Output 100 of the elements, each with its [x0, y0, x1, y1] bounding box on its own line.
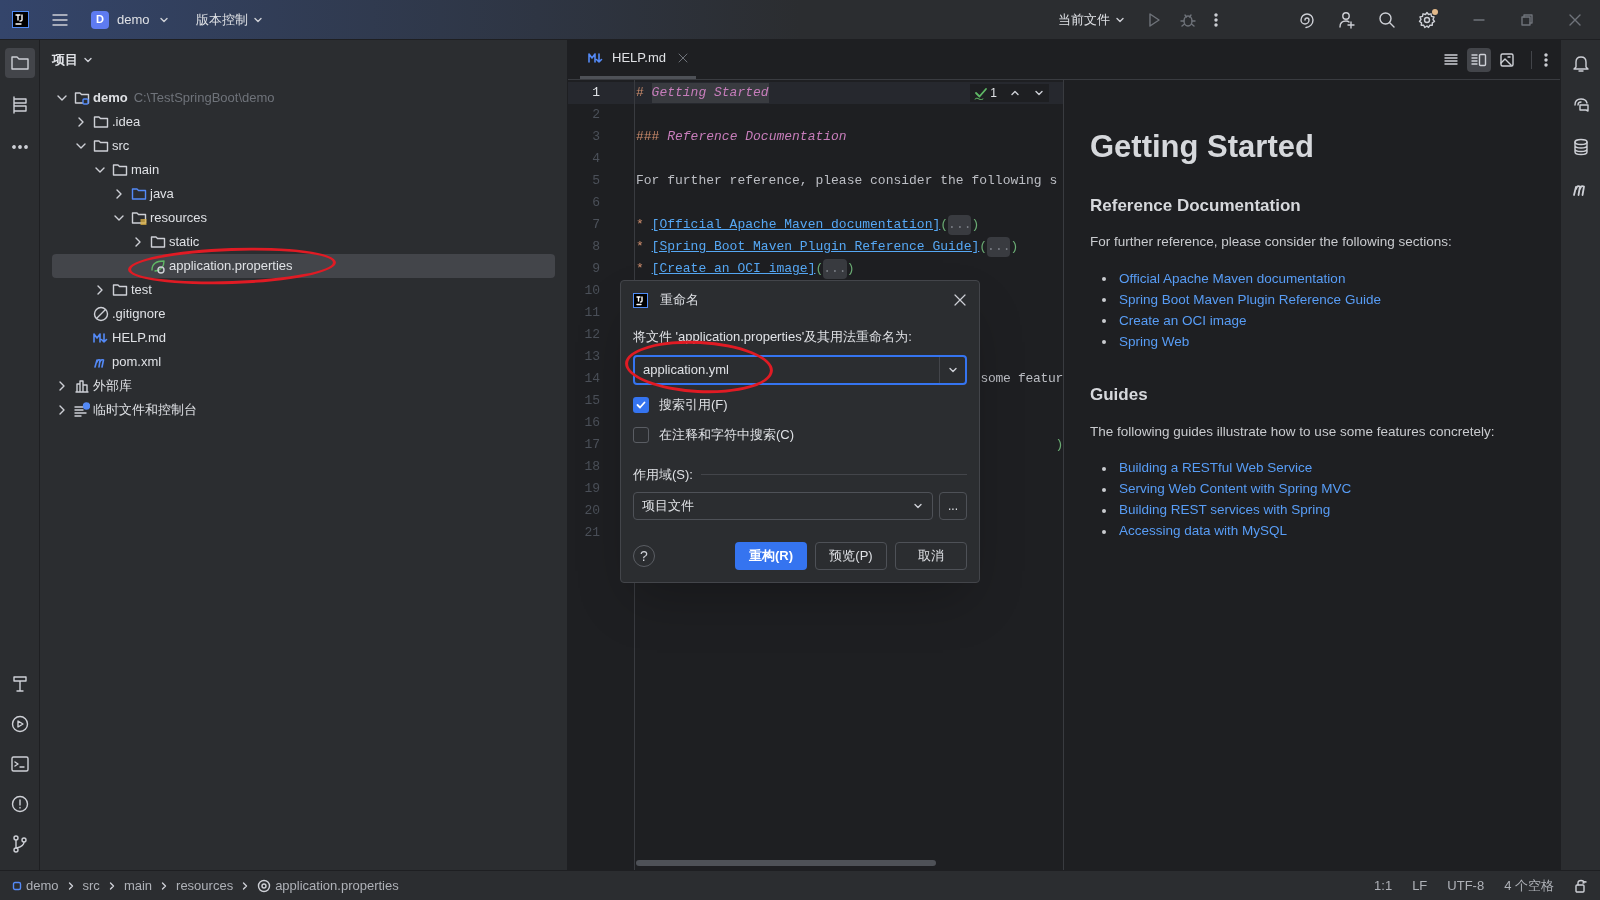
tree-item[interactable]: java — [52, 182, 555, 206]
image-preview-icon — [1499, 51, 1515, 68]
link[interactable]: Serving Web Content with Spring MVC — [1119, 479, 1352, 500]
tree-item[interactable]: static — [52, 230, 555, 254]
spiral-icon[interactable] — [1298, 10, 1316, 29]
module-icon — [12, 880, 22, 891]
add-user-icon[interactable] — [1338, 10, 1356, 29]
more-icon[interactable] — [1214, 11, 1218, 28]
text-lines-icon — [1443, 51, 1459, 68]
tree-item[interactable]: main — [52, 158, 555, 182]
panel-title-menu[interactable]: 项目 — [52, 50, 94, 70]
prompt-label: 将文件 'application.properties'及其用法重命名为: — [633, 328, 913, 346]
checkbox[interactable] — [633, 426, 649, 443]
tree-item[interactable]: .gitignore — [52, 302, 555, 326]
folder-icon — [150, 234, 166, 250]
status-item[interactable]: 1:1 — [1374, 875, 1393, 896]
scrollbar[interactable] — [636, 860, 936, 866]
run-config-selector[interactable]: 当前文件 — [1058, 9, 1126, 30]
code-line: ### Reference Documentation — [636, 128, 848, 147]
leaf-icon — [150, 258, 166, 274]
link[interactable]: Create an OCI image — [1119, 310, 1247, 331]
code-line: * [Spring Boot Maven Plugin Reference Guide](...) — [636, 237, 1020, 257]
problems-icon[interactable] — [9, 794, 30, 814]
vcs-menu[interactable]: 版本控制 — [195, 9, 264, 30]
link[interactable]: Building REST services with Spring — [1119, 500, 1331, 521]
bullet — [1102, 276, 1106, 281]
bullet — [1102, 487, 1106, 492]
tree-item[interactable]: HELP.md — [52, 326, 555, 350]
folder-icon — [131, 186, 147, 202]
app-logo — [12, 11, 29, 28]
section-heading: Reference Documentation — [1090, 194, 1302, 217]
tree-item[interactable]: application.properties — [52, 254, 555, 278]
tree-item[interactable]: 临时文件和控制台 — [52, 398, 555, 422]
tree-item[interactable]: .idea — [52, 110, 555, 134]
run-icon[interactable] — [9, 714, 30, 734]
bullet — [1102, 339, 1106, 344]
preview-heading: Getting Started — [1090, 128, 1315, 166]
breadcrumb[interactable]: resources — [176, 875, 234, 896]
checkbox-option[interactable]: 在注释和字符中搜索(C) — [633, 424, 967, 445]
status-item[interactable]: 4 个空格 — [1504, 875, 1554, 896]
breadcrumb[interactable]: application.properties — [257, 875, 399, 896]
split-view-icon — [1471, 51, 1487, 68]
tree-item[interactable]: src — [52, 134, 555, 158]
breadcrumb[interactable]: demo — [12, 875, 59, 896]
tool-window-button[interactable] — [4, 48, 35, 78]
check-icon — [974, 86, 989, 100]
breadcrumb[interactable]: src — [82, 875, 100, 896]
terminal-icon[interactable] — [9, 754, 30, 774]
line-number: 1 — [591, 84, 600, 103]
dialog-button[interactable]: 取消 — [895, 542, 967, 570]
link[interactable]: Spring Boot Maven Plugin Reference Guide — [1119, 289, 1381, 310]
dialog-button[interactable]: 重构(R) — [735, 542, 807, 570]
prohibited-icon — [93, 306, 109, 322]
folder-icon — [112, 162, 128, 178]
view-mode-button[interactable] — [1467, 47, 1491, 72]
bullet — [1102, 508, 1106, 513]
markdown-icon — [588, 50, 604, 66]
tree-item[interactable]: test — [52, 278, 555, 302]
checkbox[interactable] — [633, 396, 649, 413]
editor-tab[interactable]: HELP.md — [580, 40, 696, 79]
bullet — [1102, 318, 1106, 323]
more-icon[interactable] — [1544, 51, 1548, 68]
dialog-button[interactable]: 预览(P) — [815, 542, 887, 570]
folder-icon — [9, 53, 30, 73]
code-line: some featur — [980, 370, 1063, 389]
bullet — [1102, 466, 1106, 471]
paragraph: For further reference, please consider the following sections: — [1090, 233, 1453, 251]
folder-icon — [112, 282, 128, 298]
app-logo — [633, 292, 648, 308]
folder-icon — [93, 114, 109, 130]
link[interactable]: Accessing data with MySQL — [1119, 521, 1288, 542]
dialog-title: 重命名 — [660, 291, 700, 310]
tree-item[interactable]: pom.xml — [52, 350, 555, 374]
search-icon[interactable] — [1378, 10, 1396, 29]
link[interactable]: Spring Web — [1119, 331, 1190, 352]
breadcrumb[interactable]: main — [123, 875, 153, 896]
link[interactable]: Official Apache Maven documentation — [1119, 268, 1346, 289]
scratch-icon — [74, 402, 90, 418]
link[interactable]: Building a RESTful Web Service — [1119, 458, 1313, 479]
bell-icon[interactable] — [1570, 53, 1591, 73]
tree-item[interactable]: resources — [52, 206, 555, 230]
section-heading: Guides — [1090, 384, 1149, 407]
project-selector[interactable]: D demo — [87, 5, 174, 34]
code-line: * [Official Apache Maven documentation](...) — [636, 215, 981, 235]
scope-dropdown[interactable]: 项目文件 — [633, 492, 933, 520]
module-folder-icon — [74, 90, 90, 106]
filename-field[interactable]: application.yml — [633, 354, 967, 385]
resources-folder-icon — [131, 210, 147, 226]
library-icon — [74, 378, 90, 394]
status-item[interactable]: UTF-8 — [1447, 875, 1485, 896]
status-item[interactable]: LF — [1412, 875, 1428, 896]
bullet — [1102, 529, 1106, 534]
more-button[interactable]: ... — [939, 492, 967, 520]
lock-icon[interactable] — [1574, 878, 1588, 893]
tree-item[interactable]: 外部库 — [52, 374, 555, 398]
bullet — [1102, 297, 1106, 302]
tree-item[interactable]: demo C:\TestSpringBoot\demo — [52, 86, 555, 110]
folder-icon — [93, 138, 109, 154]
restore-icon[interactable] — [1520, 12, 1534, 27]
checkbox-option[interactable]: 搜索引用(F) — [633, 394, 967, 415]
